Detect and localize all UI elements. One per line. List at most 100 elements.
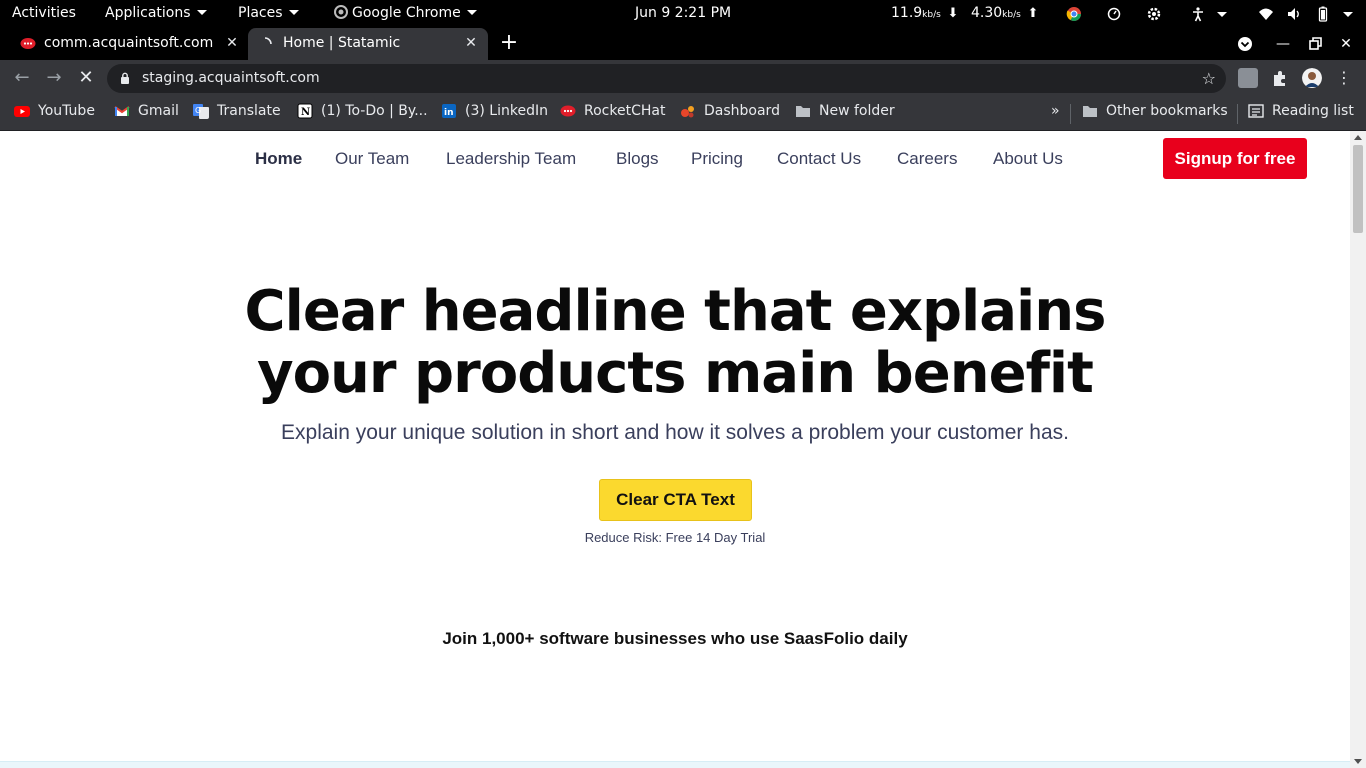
upload-speed-value: 4.30 [971,5,1003,21]
nav-pricing[interactable]: Pricing [691,149,743,169]
bookmark-youtube[interactable]: YouTube [14,103,95,119]
folder-icon [796,106,810,117]
hero-subheadline: Explain your unique solution in short an… [281,421,1069,444]
upload-speed: 4.30kb/s [971,5,1021,21]
headline-line-2: your products main benefit [257,341,1094,406]
scroll-down-arrow-icon[interactable] [1354,759,1362,764]
headline-line-1: Clear headline that explains [244,279,1107,344]
notion-icon: N [297,103,313,119]
bookmark-label: RocketCHat [584,103,666,119]
lock-icon[interactable] [120,72,130,84]
bookmark-translate[interactable]: G Translate [193,103,281,119]
site-nav: Home Our Team Leadership Team Blogs Pric… [0,149,1350,171]
places-menu[interactable]: Places [238,5,299,21]
forward-button[interactable]: → [44,68,64,88]
divider [1070,104,1071,124]
bookmark-label: New folder [819,103,895,119]
social-proof-text: Join 1,000+ software businesses who use … [442,629,908,648]
puzzle-icon[interactable] [1270,68,1290,88]
address-bar[interactable]: staging.acquaintsoft.com ☆ [107,64,1226,93]
tab-statamic[interactable]: Home | Statamic ✕ [248,28,488,60]
close-window-button[interactable]: ✕ [1336,34,1356,54]
section-divider [0,761,1350,768]
bookmark-gmail[interactable]: Gmail [114,103,179,119]
translate-icon: G [193,104,209,119]
new-tab-button[interactable]: + [498,32,520,55]
applications-menu[interactable]: Applications [105,5,207,21]
activities-button[interactable]: Activities [12,5,76,21]
close-icon[interactable]: ✕ [223,34,241,52]
signup-button[interactable]: Signup for free [1163,138,1307,179]
clock[interactable]: Jun 9 2:21 PM [635,5,731,21]
bookmark-dashboard[interactable]: Dashboard [680,103,780,119]
chevron-down-icon[interactable] [1217,12,1227,17]
url-text[interactable]: staging.acquaintsoft.com [142,70,320,86]
page-scrollbar[interactable] [1350,131,1366,768]
rocketchat-icon [20,38,36,49]
bookmark-label: Translate [217,103,281,119]
extension-icon[interactable] [1238,68,1258,88]
rocketchat-icon [560,105,576,117]
youtube-icon [14,106,30,117]
bookmarks-overflow-button[interactable]: » [1051,103,1060,119]
nav-careers[interactable]: Careers [897,149,957,169]
reading-list[interactable]: Reading list [1248,103,1354,119]
chevron-down-icon[interactable] [1343,12,1353,17]
bookmark-rocketchat[interactable]: RocketCHat [560,103,665,119]
loading-icon [264,37,272,45]
bookmark-label: Reading list [1272,103,1354,119]
reading-list-icon [1248,104,1264,118]
restore-button[interactable] [1305,34,1325,54]
cta-button[interactable]: Clear CTA Text [599,479,752,521]
other-bookmarks[interactable]: Other bookmarks [1082,103,1228,119]
accessibility-icon[interactable] [1190,6,1206,22]
applications-label: Applications [105,5,191,21]
menu-kebab-icon[interactable]: ⋮ [1334,68,1354,88]
chrome-tray-icon[interactable] [1066,6,1082,22]
chevron-down-icon [288,10,299,15]
bookmark-todo[interactable]: N (1) To-Do | By... [297,103,428,119]
download-speed-unit: kb/s [922,10,941,20]
tab-strip: comm.acquaintsoft.com ✕ Home | Statamic … [0,28,1366,60]
close-icon[interactable]: ✕ [462,34,480,52]
wifi-icon[interactable] [1258,6,1274,22]
scrollbar-thumb[interactable] [1353,145,1363,233]
nav-home[interactable]: Home [255,149,302,169]
tab-search-icon[interactable] [1235,34,1255,54]
svg-text:N: N [301,107,310,118]
folder-icon [1083,106,1097,117]
app-name: Google Chrome [352,5,461,21]
bookmark-linkedin[interactable]: in (3) LinkedIn [441,103,548,119]
nav-blogs[interactable]: Blogs [616,149,659,169]
bookmark-label: YouTube [38,103,95,119]
timer-icon[interactable] [1106,6,1122,22]
svg-text:G: G [195,106,201,115]
bookmark-label: Other bookmarks [1106,103,1228,119]
stop-loading-button[interactable]: ✕ [76,68,96,88]
gmail-icon [114,106,130,116]
app-menu[interactable]: Google Chrome [334,5,477,21]
gear-icon[interactable] [1146,6,1162,22]
volume-icon[interactable] [1286,6,1302,22]
tab-comm[interactable]: comm.acquaintsoft.com ✕ [8,28,248,60]
back-button[interactable]: ← [12,68,32,88]
tab-title: comm.acquaintsoft.com [44,35,214,51]
battery-icon[interactable] [1315,6,1331,22]
nav-contact-us[interactable]: Contact Us [777,149,861,169]
download-speed-value: 11.9 [891,5,923,21]
bookmark-star-icon[interactable]: ☆ [1202,69,1216,88]
scroll-up-arrow-icon[interactable] [1354,135,1362,140]
bookmarks-bar: YouTube Gmail G Translate N (1) To-Do | … [0,96,1366,131]
minimize-button[interactable]: — [1273,34,1293,54]
nav-our-team[interactable]: Our Team [335,149,409,169]
bookmark-new-folder[interactable]: New folder [795,103,895,119]
nav-leadership-team[interactable]: Leadership Team [446,149,576,169]
hero-headline: Clear headline that explains your produc… [0,281,1350,405]
nav-about-us[interactable]: About Us [993,149,1063,169]
dashboard-icon [681,106,694,118]
places-label: Places [238,5,283,21]
download-speed: 11.9kb/s [891,5,941,21]
chevron-double-right-icon: » [1051,103,1060,119]
avatar[interactable] [1302,68,1322,88]
bookmark-label: (3) LinkedIn [465,103,548,119]
